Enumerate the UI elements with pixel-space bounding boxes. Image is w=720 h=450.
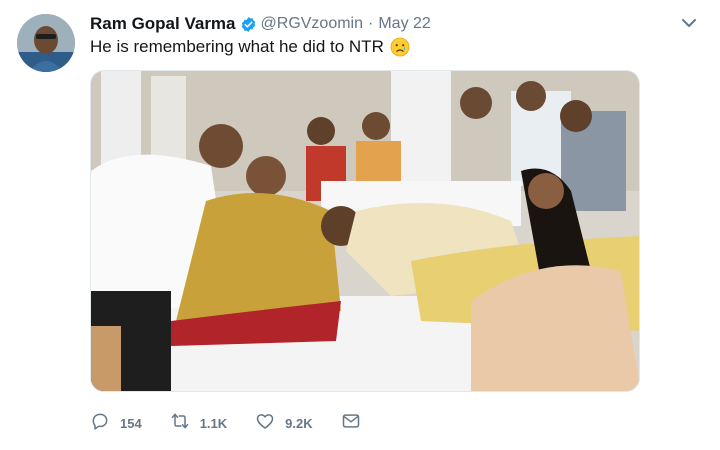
reply-button[interactable]: 154: [90, 411, 142, 436]
retweet-button[interactable]: 1.1K: [170, 411, 227, 436]
tweet-card: Ram Gopal Varma @RGVzoomin · May 22 He i…: [0, 0, 720, 450]
direct-message-button[interactable]: [341, 411, 361, 436]
author-handle[interactable]: @RGVzoomin: [261, 15, 364, 33]
retweet-count: 1.1K: [199, 415, 228, 431]
envelope-icon: [341, 411, 361, 436]
reply-count: 154: [120, 415, 142, 431]
author-name[interactable]: Ram Gopal Varma: [90, 14, 236, 34]
like-count: 9.2K: [285, 415, 313, 431]
heart-icon: [255, 411, 275, 436]
verified-badge-icon: [240, 16, 257, 33]
crying-face-icon: [390, 37, 410, 57]
tweet-photo[interactable]: [90, 70, 640, 392]
author-avatar[interactable]: [17, 14, 75, 72]
tweet-text-content: He is remembering what he did to NTR: [90, 37, 384, 56]
tweet-actions: 154 1.1K 9.2K: [90, 410, 389, 436]
tweet-text: He is remembering what he did to NTR: [90, 37, 410, 57]
tweet-header: Ram Gopal Varma @RGVzoomin · May 22: [90, 12, 431, 36]
separator-dot: ·: [368, 15, 374, 32]
reply-icon: [90, 411, 110, 436]
like-button[interactable]: 9.2K: [255, 411, 313, 436]
chevron-down-icon[interactable]: [680, 16, 698, 30]
tweet-date[interactable]: May 22: [378, 15, 430, 33]
retweet-icon: [170, 411, 190, 436]
